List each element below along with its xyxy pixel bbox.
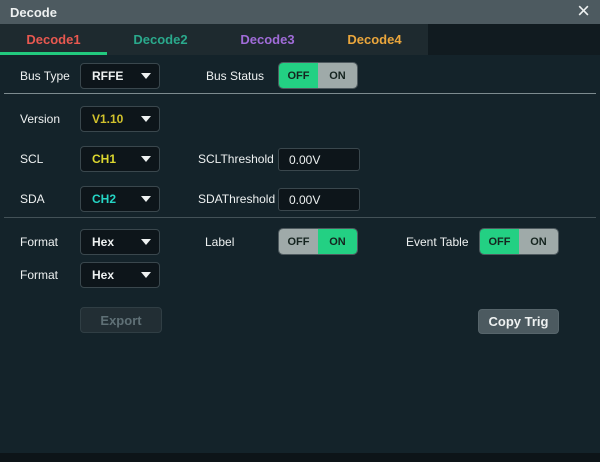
bottom-strip	[0, 453, 600, 462]
chevron-down-icon	[141, 272, 151, 278]
scl-label: SCL	[20, 152, 43, 166]
sda-label: SDA	[20, 192, 45, 206]
tab-decode4[interactable]: Decode4	[321, 24, 428, 55]
chevron-down-icon	[141, 73, 151, 79]
close-icon[interactable]: ×	[577, 1, 590, 21]
scl-value: CH1	[92, 152, 116, 166]
chevron-down-icon	[141, 196, 151, 202]
label-on[interactable]: ON	[318, 229, 357, 254]
tab-decode3[interactable]: Decode3	[214, 24, 321, 55]
chevron-down-icon	[141, 116, 151, 122]
event-table-on[interactable]: ON	[519, 229, 558, 254]
version-dropdown[interactable]: V1.10	[80, 106, 160, 132]
sda-threshold-label: SDAThreshold	[198, 192, 275, 206]
label-toggle-label: Label	[205, 235, 234, 249]
bus-status-label: Bus Status	[206, 69, 264, 83]
bus-status-off[interactable]: OFF	[279, 63, 318, 88]
bus-type-label: Bus Type	[20, 69, 70, 83]
bus-type-value: RFFE	[92, 69, 123, 83]
tab-strip: Decode1 Decode2 Decode3 Decode4	[0, 24, 428, 55]
format1-label: Format	[20, 235, 58, 249]
version-label: Version	[20, 112, 60, 126]
title-bar: Decode ×	[0, 0, 600, 24]
chevron-down-icon	[141, 156, 151, 162]
dialog-title: Decode	[10, 5, 57, 20]
event-table-toggle[interactable]: OFF ON	[479, 228, 559, 255]
tab-decode2[interactable]: Decode2	[107, 24, 214, 55]
label-toggle[interactable]: OFF ON	[278, 228, 358, 255]
bus-status-toggle[interactable]: OFF ON	[278, 62, 358, 89]
tab-decode1[interactable]: Decode1	[0, 24, 107, 55]
tab-decode2-label: Decode2	[133, 32, 187, 47]
format1-value: Hex	[92, 235, 114, 249]
sda-threshold-input[interactable]	[278, 188, 360, 211]
divider	[4, 93, 596, 94]
copy-trig-button[interactable]: Copy Trig	[478, 309, 559, 334]
tab-row: Decode1 Decode2 Decode3 Decode4	[0, 24, 600, 55]
scl-threshold-input[interactable]	[278, 148, 360, 171]
event-table-off[interactable]: OFF	[480, 229, 519, 254]
sda-dropdown[interactable]: CH2	[80, 186, 160, 212]
export-button[interactable]: Export	[80, 307, 162, 333]
tab-decode1-label: Decode1	[26, 32, 80, 47]
bus-status-on[interactable]: ON	[318, 63, 357, 88]
format2-dropdown[interactable]: Hex	[80, 262, 160, 288]
divider	[4, 217, 596, 218]
decode-dialog: Decode × Decode1 Decode2 Decode3 Decode4…	[0, 0, 600, 462]
sda-value: CH2	[92, 192, 116, 206]
label-off[interactable]: OFF	[279, 229, 318, 254]
event-table-label: Event Table	[406, 235, 469, 249]
version-value: V1.10	[92, 112, 123, 126]
tab-decode4-label: Decode4	[347, 32, 401, 47]
chevron-down-icon	[141, 239, 151, 245]
format2-value: Hex	[92, 268, 114, 282]
bus-type-dropdown[interactable]: RFFE	[80, 63, 160, 89]
scl-dropdown[interactable]: CH1	[80, 146, 160, 172]
format2-label: Format	[20, 268, 58, 282]
format1-dropdown[interactable]: Hex	[80, 229, 160, 255]
tab-decode3-label: Decode3	[240, 32, 294, 47]
scl-threshold-label: SCLThreshold	[198, 152, 274, 166]
